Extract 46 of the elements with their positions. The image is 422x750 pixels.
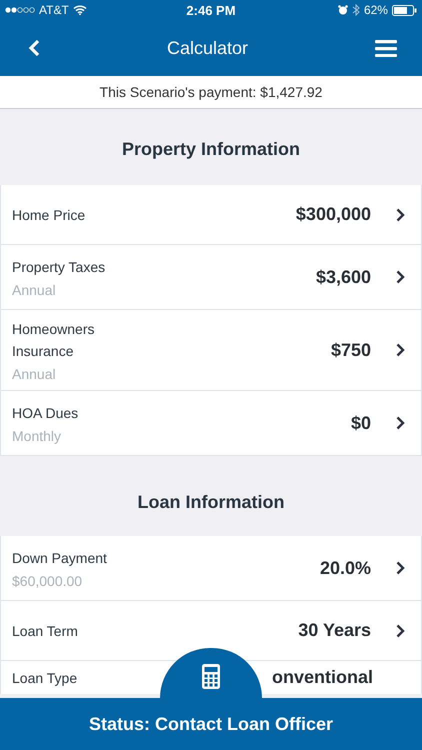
signal-icon <box>5 7 35 13</box>
chevron-icon <box>396 416 405 430</box>
menu-icon[interactable] <box>374 40 397 56</box>
row-value: $0 <box>350 412 371 434</box>
row-label: Loan Term <box>12 622 79 640</box>
list-row[interactable]: HOA Dues Monthly $0 <box>0 391 422 456</box>
row-sublabel: Annual <box>12 366 57 382</box>
wifi-icon <box>72 5 87 15</box>
row-label: Down Payment <box>12 549 108 568</box>
row-label: Home Price <box>12 206 86 224</box>
row-value: onventional <box>272 667 373 688</box>
row-value: $750 <box>330 340 371 360</box>
calculator-icon <box>202 664 220 689</box>
row-label: Property Taxes <box>12 258 106 277</box>
section-heading: Loan Information <box>138 492 284 512</box>
list-row[interactable]: Homeowners Insurance Annual $750 <box>0 310 422 391</box>
list-row[interactable]: Home Price $300,000 <box>0 185 422 245</box>
chevron-icon <box>396 561 405 575</box>
list-row[interactable]: Property Taxes Annual $3,600 <box>0 245 422 310</box>
clock-time: 2:46 PM <box>186 2 236 18</box>
bluetooth-icon <box>352 4 360 16</box>
row-value: 20.0% <box>320 558 371 578</box>
row-label: Loan Type <box>12 669 78 688</box>
chevron-icon <box>396 270 405 284</box>
carrier-name: AT&T <box>39 3 69 17</box>
row-label: Homeowners Insurance <box>12 320 96 361</box>
row-value: 30 Years <box>298 620 371 641</box>
row-value: $3,600 <box>316 266 371 288</box>
battery-icon <box>392 4 417 16</box>
row-sublabel: $60,000.00 <box>12 573 84 589</box>
section-heading: Property Information <box>122 138 300 160</box>
alarm-icon <box>338 5 348 15</box>
row-sublabel: Annual <box>12 282 57 298</box>
list-row[interactable]: Down Payment $60,000.00 20.0% <box>0 536 422 601</box>
list-row[interactable]: Loan Term 30 Years <box>0 601 422 661</box>
back-icon[interactable] <box>28 39 40 57</box>
row-value: $300,000 <box>296 204 371 225</box>
scenario-payment: This Scenario's payment: $1,427.92 <box>100 84 322 100</box>
screen-title: Calculator <box>166 38 248 58</box>
chevron-icon <box>396 624 405 638</box>
chevron-icon <box>396 208 405 222</box>
row-sublabel: Monthly <box>12 428 62 444</box>
row-label: HOA Dues <box>12 404 80 423</box>
chevron-icon <box>396 343 405 357</box>
battery-percent: 62% <box>364 3 388 17</box>
status-bar-button[interactable]: Status: Contact Loan Officer <box>0 698 422 750</box>
